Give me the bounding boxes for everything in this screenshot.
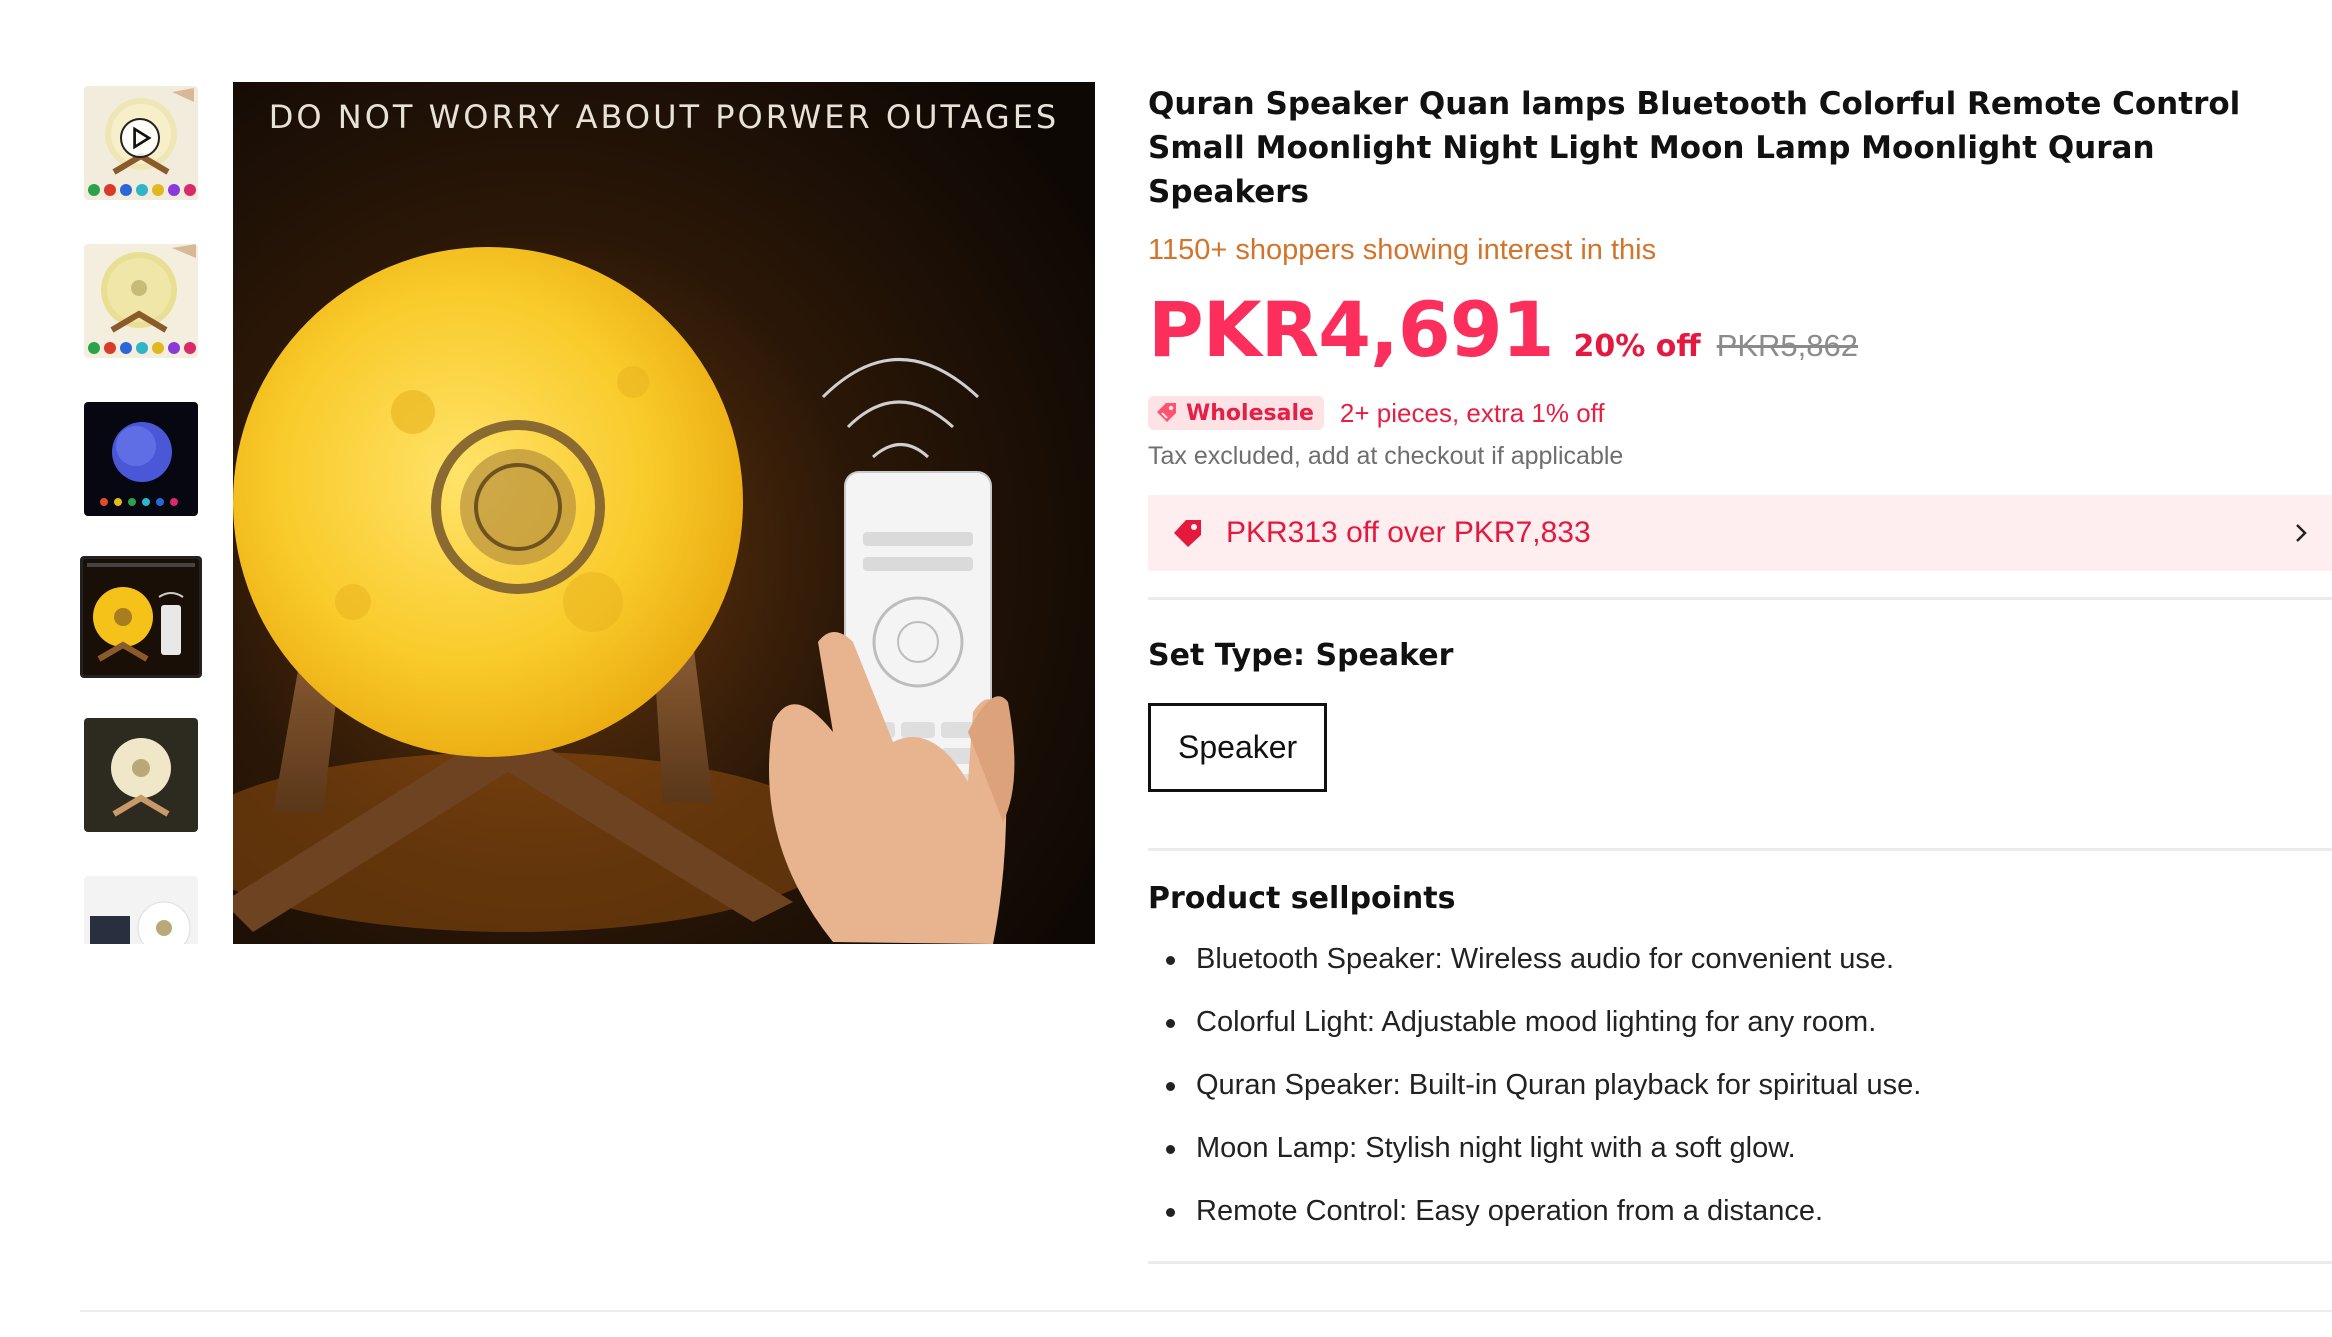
section-divider	[80, 1310, 2332, 1312]
sellpoints-section: Product sellpoints Bluetooth Speaker: Wi…	[1148, 881, 2332, 1243]
thumbnail-moon-stand[interactable]	[84, 718, 198, 832]
wholesale-tag-icon	[1157, 403, 1176, 422]
product-title: Quran Speaker Quan lamps Bluetooth Color…	[1148, 86, 2241, 210]
wholesale-badge: Wholesale	[1148, 396, 1324, 430]
set-type-section: Set Type: Speaker Speaker	[1148, 638, 2332, 792]
tag-icon	[1174, 520, 1201, 547]
thumbnail-strip[interactable]	[80, 82, 204, 944]
set-type-label: Set Type:	[1148, 638, 1316, 673]
sellpoint-item: Colorful Light: Adjustable mood lighting…	[1148, 991, 2332, 1054]
thumbnail-main[interactable]	[80, 556, 202, 678]
sellpoint-item: Moon Lamp: Stylish night light with a so…	[1148, 1117, 2332, 1180]
coupon-text: PKR313 off over PKR7,833	[1226, 516, 1591, 549]
product-info-panel: Quran Speaker Quan lamps Bluetooth Color…	[1148, 82, 2332, 1264]
coupon-banner[interactable]: PKR313 off over PKR7,833	[1148, 495, 2332, 571]
chevron-right-icon[interactable]	[2290, 522, 2312, 544]
sellpoint-item: Quran Speaker: Built-in Quran playback f…	[1148, 1054, 2332, 1117]
divider	[1148, 848, 2332, 851]
wholesale-badge-label: Wholesale	[1186, 400, 1314, 426]
tax-note: Tax excluded, add at checkout if applica…	[1148, 442, 1624, 470]
option-speaker[interactable]: Speaker	[1148, 703, 1328, 792]
sellpoint-item: Remote Control: Easy operation from a di…	[1148, 1180, 2332, 1243]
wholesale-text: 2+ pieces, extra 1% off	[1339, 397, 1605, 428]
thumbnail-moon-colors[interactable]	[84, 244, 198, 358]
sellpoint-item: Bluetooth Speaker: Wireless audio for co…	[1148, 928, 2332, 991]
sellpoints-heading: Product sellpoints	[1148, 881, 1456, 916]
main-image-caption: DO NOT WORRY ABOUT PORWER OUTAGES	[268, 98, 1060, 136]
current-price: PKR4,691	[1148, 285, 1555, 374]
divider	[1148, 597, 2332, 600]
divider	[1148, 1261, 2332, 1264]
set-type-heading: Set Type: Speaker	[1148, 638, 2332, 673]
sellpoints-list: Bluetooth Speaker: Wireless audio for co…	[1148, 928, 2332, 1243]
price-row: PKR4,691 20% off PKR5,862	[1148, 285, 2332, 374]
thumbnail-box[interactable]	[84, 876, 198, 944]
main-product-image[interactable]: DO NOT WORRY ABOUT PORWER OUTAGES	[233, 82, 1095, 944]
play-icon[interactable]	[120, 118, 160, 158]
discount-percent: 20% off	[1573, 329, 1701, 364]
shopper-interest: 1150+ shoppers showing interest in this	[1148, 234, 1657, 266]
thumbnail-blue-moon[interactable]	[84, 402, 198, 516]
original-price: PKR5,862	[1716, 328, 1859, 363]
set-type-selected: Speaker	[1315, 638, 1454, 673]
wholesale-row: Wholesale 2+ pieces, extra 1% off	[1148, 396, 2332, 430]
moon-lamp-illustration	[233, 82, 1095, 944]
